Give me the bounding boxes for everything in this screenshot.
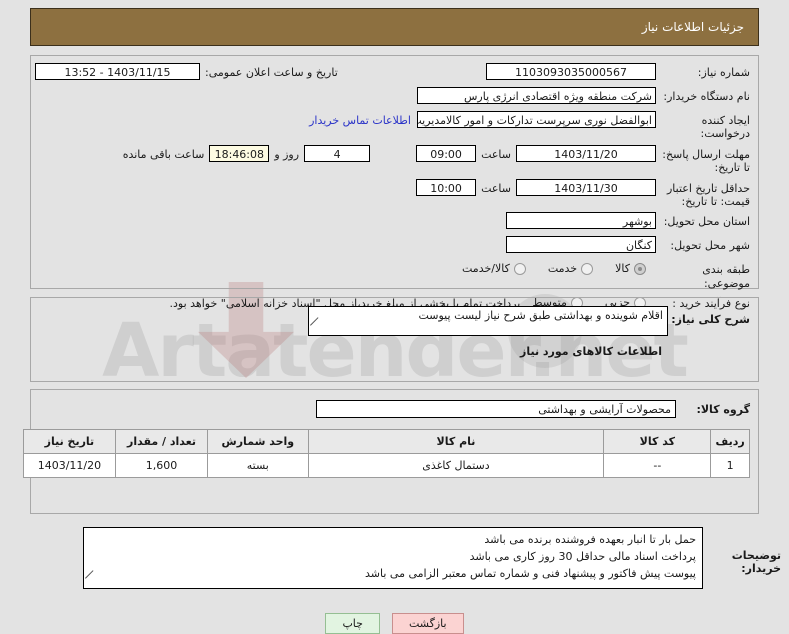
goods-table: ردیف کد کالا نام کالا واحد شمارش تعداد /…: [23, 429, 750, 478]
general-description-textarea[interactable]: اقلام شوینده و بهداشتی طبق شرح نیاز لیست…: [308, 306, 668, 336]
general-description-label: شرح کلی نیاز:: [671, 313, 750, 326]
col-need-date: تاریخ نیاز: [23, 429, 116, 454]
col-quantity: تعداد / مقدار: [114, 429, 209, 454]
province-label: استان محل تحویل:: [663, 215, 750, 229]
subject-category-label: طبقه بندی موضوعی:: [702, 263, 750, 290]
announce-datetime-field[interactable]: 1403/11/15 - 13:52: [35, 63, 200, 80]
row-need-number: شماره نیاز: 1103093035000567 تاریخ و ساع…: [31, 63, 758, 83]
goods-group-label: گروه کالا:: [696, 402, 750, 416]
notes-resize-grip-icon[interactable]: [85, 578, 94, 587]
col-name: نام کالا: [307, 429, 605, 454]
city-label: شهر محل تحویل:: [670, 239, 750, 253]
radio-category-service-label: خدمت: [547, 262, 578, 276]
response-deadline-label: مهلت ارسال پاسخ: تا تاریخ:: [662, 147, 750, 175]
cell-code: --: [603, 453, 712, 478]
general-description-panel: شرح کلی نیاز: اقلام شوینده و بهداشتی طبق…: [30, 297, 759, 382]
price-validity-time-field[interactable]: 10:00: [416, 178, 477, 196]
col-index: ردیف: [710, 429, 750, 454]
cell-unit: بسته: [207, 453, 309, 478]
cell-quantity: 1,600: [114, 453, 209, 478]
price-validity-date-field[interactable]: 1403/11/30: [516, 178, 656, 196]
cell-name: دستمال کاغذی: [307, 453, 605, 478]
row-city: شهر محل تحویل: کنگان: [31, 236, 758, 256]
resize-grip-icon[interactable]: [310, 325, 319, 334]
price-validity-time-label: ساعت: [481, 181, 511, 195]
goods-info-panel: گروه کالا: محصولات آرایشی و بهداشتی ردیف…: [23, 389, 759, 514]
row-buyer-notes: توضیحات خریدار: حمل بار تا انبار بعهده ف…: [8, 527, 781, 589]
response-deadline-date-field[interactable]: 1403/11/20: [516, 144, 656, 162]
goods-table-header-row: ردیف کد کالا نام کالا واحد شمارش تعداد /…: [23, 429, 750, 454]
row-price-validity: حداقل تاریخ اعتبار قیمت: تا تاریخ: 1403/…: [31, 178, 758, 209]
buyer-org-field[interactable]: شرکت منطقه ویژه اقتصادی انرژی پارس: [417, 87, 656, 104]
radio-category-goods-service[interactable]: [513, 262, 526, 275]
row-request-creator: ایجاد کننده درخواست: ابوالفضل نوری سرپرس…: [31, 111, 758, 141]
remaining-days-label: روز و: [274, 147, 300, 161]
row-province: استان محل تحویل: بوشهر: [31, 212, 758, 232]
buyer-org-label: نام دستگاه خریدار:: [663, 90, 750, 103]
buyer-notes-panel: توضیحات خریدار: حمل بار تا انبار بعهده ف…: [0, 521, 789, 599]
city-field[interactable]: کنگان: [506, 236, 656, 254]
cell-need-date: 1403/11/20: [23, 453, 116, 478]
request-creator-label: ایجاد کننده درخواست:: [700, 114, 750, 141]
goods-group-field[interactable]: محصولات آرایشی و بهداشتی: [316, 400, 676, 418]
subject-category-radio-group: کالا خدمت کالا/خدمت: [450, 260, 656, 275]
response-time-label: ساعت: [481, 147, 511, 161]
buyer-notes-label: توضیحات خریدار:: [731, 549, 781, 575]
table-row[interactable]: 1 -- دستمال کاغذی بسته 1,600 1403/11/20: [23, 453, 750, 478]
buyer-notes-line-2: پرداخت اسناد مالی حداقل 30 روز کاری می ب…: [469, 550, 696, 564]
response-deadline-time-field[interactable]: 09:00: [416, 144, 477, 162]
col-code: کد کالا: [603, 429, 712, 454]
countdown-timer-field: 18:46:08: [209, 144, 270, 162]
radio-category-service[interactable]: [581, 262, 594, 275]
need-info-panel: شماره نیاز: 1103093035000567 تاریخ و ساع…: [30, 55, 759, 310]
price-validity-label: حداقل تاریخ اعتبار قیمت: تا تاریخ:: [666, 181, 750, 209]
row-subject-category: طبقه بندی موضوعی: کالا خدمت کالا/خدمت: [31, 260, 758, 290]
countdown-label: ساعت باقی مانده: [122, 147, 205, 161]
print-button[interactable]: چاپ: [325, 613, 380, 634]
announce-label: تاریخ و ساعت اعلان عمومی:: [205, 66, 338, 79]
row-general-description: شرح کلی نیاز: اقلام شوینده و بهداشتی طبق…: [35, 306, 750, 336]
page-title-bar: جزئیات اطلاعات نیاز: [30, 8, 759, 46]
need-number-label: شماره نیاز:: [697, 66, 750, 79]
cell-index: 1: [710, 453, 750, 478]
radio-category-goods-label: کالا: [615, 262, 630, 276]
back-button[interactable]: بازگشت: [391, 613, 464, 634]
radio-category-goods[interactable]: [634, 262, 646, 275]
general-description-value: اقلام شوینده و بهداشتی طبق شرح نیاز لیست…: [418, 309, 663, 322]
goods-section-title: اطلاعات کالاهای مورد نیاز: [520, 345, 662, 358]
action-button-bar: بازگشت چاپ: [0, 613, 789, 634]
page-title: جزئیات اطلاعات نیاز: [641, 20, 744, 34]
buyer-contact-link[interactable]: اطلاعات تماس خریدار: [303, 111, 417, 127]
row-buyer-org: نام دستگاه خریدار: شرکت منطقه ویژه اقتصا…: [31, 87, 758, 107]
province-field[interactable]: بوشهر: [506, 212, 656, 230]
row-response-deadline: مهلت ارسال پاسخ: تا تاریخ: 1403/11/20 سا…: [31, 144, 758, 175]
row-goods-group: گروه کالا: محصولات آرایشی و بهداشتی: [39, 400, 750, 418]
buyer-notes-textarea[interactable]: حمل بار تا انبار بعهده فروشنده برنده می …: [83, 527, 703, 589]
col-unit: واحد شمارش: [207, 429, 309, 454]
request-creator-field[interactable]: ابوالفضل نوری سرپرست تدارکات و امور کالا…: [417, 111, 656, 128]
remaining-days-field: 4: [304, 144, 371, 162]
buyer-notes-line-1: حمل بار تا انبار بعهده فروشنده برنده می …: [484, 533, 696, 546]
need-number-field[interactable]: 1103093035000567: [486, 63, 656, 80]
radio-category-goods-service-label: کالا/خدمت: [462, 262, 510, 276]
buyer-notes-line-3: پیوست پیش فاکتور و پیشنهاد فنی و شماره ت…: [365, 567, 696, 581]
